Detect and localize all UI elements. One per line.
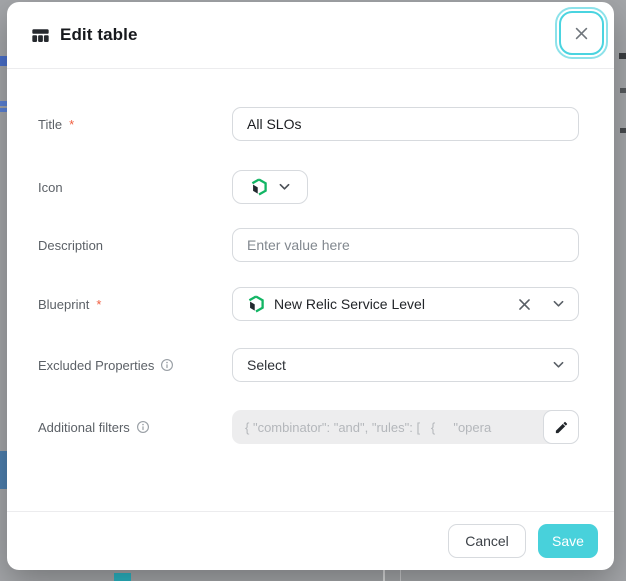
chevron-down-icon bbox=[553, 361, 564, 369]
modal-title: Edit table bbox=[60, 25, 138, 45]
modal-title-group: Edit table bbox=[31, 2, 138, 68]
field-row-title: Title * bbox=[38, 107, 579, 141]
additional-filters-input bbox=[232, 410, 579, 444]
icon-label: Icon bbox=[38, 180, 232, 195]
description-input[interactable] bbox=[232, 228, 579, 262]
field-row-excluded-properties: Excluded Properties Select bbox=[38, 348, 579, 382]
edit-table-modal: Edit table Title * Icon bbox=[7, 2, 614, 570]
icon-select-dropdown[interactable] bbox=[232, 170, 308, 204]
backdrop-fragment bbox=[620, 128, 626, 133]
header-divider bbox=[7, 68, 614, 69]
title-label-text: Title bbox=[38, 117, 62, 132]
close-icon bbox=[574, 26, 589, 41]
field-row-description: Description bbox=[38, 228, 579, 262]
excluded-properties-label: Excluded Properties bbox=[38, 358, 232, 373]
backdrop-fragment bbox=[400, 570, 401, 581]
modal-header: Edit table bbox=[7, 2, 614, 68]
blueprint-select[interactable]: New Relic Service Level bbox=[232, 287, 579, 321]
required-asterisk: * bbox=[69, 117, 74, 132]
modal-footer: Cancel Save bbox=[7, 512, 614, 570]
additional-filters-label-text: Additional filters bbox=[38, 420, 130, 435]
field-row-blueprint: Blueprint * New Relic Service Level bbox=[38, 287, 579, 321]
blueprint-label: Blueprint * bbox=[38, 297, 232, 312]
field-row-icon: Icon bbox=[38, 170, 579, 204]
pencil-icon bbox=[554, 420, 569, 435]
excluded-properties-placeholder: Select bbox=[247, 357, 544, 373]
additional-filters-label: Additional filters bbox=[38, 420, 232, 435]
new-relic-logo-icon bbox=[250, 178, 268, 196]
table-icon bbox=[31, 26, 50, 45]
info-icon[interactable] bbox=[136, 420, 150, 434]
required-asterisk: * bbox=[96, 297, 101, 312]
cancel-button[interactable]: Cancel bbox=[448, 524, 526, 558]
description-label-text: Description bbox=[38, 238, 103, 253]
backdrop-fragment bbox=[114, 573, 131, 581]
chevron-down-icon bbox=[553, 300, 564, 308]
backdrop-fragment bbox=[620, 88, 626, 93]
title-label: Title * bbox=[38, 117, 232, 132]
backdrop-fragment bbox=[0, 56, 7, 66]
description-label: Description bbox=[38, 238, 232, 253]
backdrop-fragment bbox=[619, 53, 626, 59]
backdrop-fragment bbox=[383, 570, 385, 581]
save-button[interactable]: Save bbox=[538, 524, 598, 558]
excluded-properties-label-text: Excluded Properties bbox=[38, 358, 154, 373]
icon-label-text: Icon bbox=[38, 180, 63, 195]
chevron-down-icon bbox=[279, 183, 290, 191]
blueprint-selected-value: New Relic Service Level bbox=[274, 296, 505, 312]
blueprint-label-text: Blueprint bbox=[38, 297, 89, 312]
title-input[interactable] bbox=[232, 107, 579, 141]
edit-filters-button[interactable] bbox=[543, 410, 579, 444]
close-button[interactable] bbox=[559, 11, 604, 55]
info-icon[interactable] bbox=[160, 358, 174, 372]
new-relic-logo-icon bbox=[247, 295, 265, 313]
screen: Edit table Title * Icon bbox=[0, 0, 626, 581]
additional-filters-field bbox=[232, 410, 579, 444]
excluded-properties-select[interactable]: Select bbox=[232, 348, 579, 382]
field-row-additional-filters: Additional filters bbox=[38, 410, 579, 444]
clear-selection-icon[interactable] bbox=[514, 294, 534, 314]
